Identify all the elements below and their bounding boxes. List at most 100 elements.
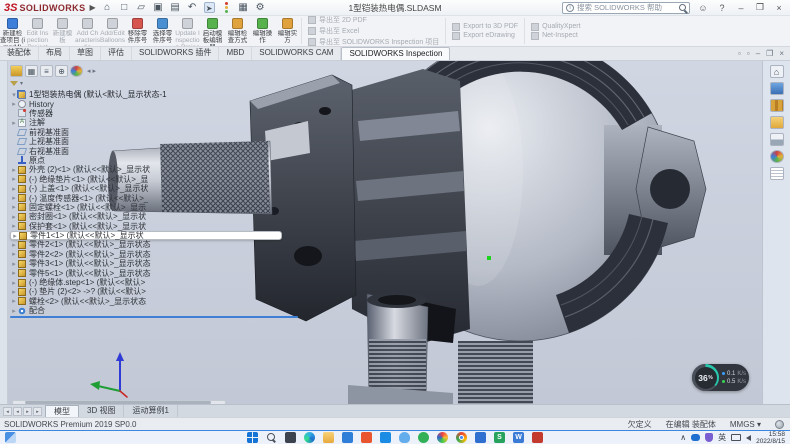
doc-window-control-icon[interactable]: × [779, 49, 784, 58]
ribbon-button[interactable]: Update Inspection Project [175, 16, 200, 46]
export-menu-item[interactable]: 导出至 2D PDF [308, 15, 439, 25]
export-menu-item[interactable]: 导出至 Excel [308, 26, 439, 36]
taskbar-app-icon[interactable] [399, 432, 410, 443]
export-menu-item[interactable]: 导出至 SOLIDWORKS Inspection 项目 [308, 37, 439, 47]
status-globe-icon[interactable] [775, 420, 784, 429]
export-menu-item[interactable]: Export to 3D PDF [452, 23, 518, 31]
expand-arrow-icon[interactable]: ▸ [10, 279, 18, 287]
task-pane-icon[interactable] [770, 116, 784, 129]
expand-arrow-icon[interactable]: ▸ [10, 250, 18, 258]
command-tab[interactable]: SOLIDWORKS Inspection [341, 47, 450, 60]
touch-keyboard-icon[interactable] [731, 434, 741, 441]
taskbar-app-icon[interactable] [437, 432, 448, 443]
taskbar-app-icon[interactable] [456, 432, 467, 443]
command-tab[interactable]: SOLIDWORKS 插件 [132, 47, 219, 60]
quick-access-icon[interactable]: ⚙ [255, 2, 266, 13]
taskbar-app-icon[interactable] [342, 432, 353, 443]
expand-arrow-icon[interactable]: ▸ [10, 203, 18, 211]
taskbar-app-icon[interactable]: S [494, 432, 505, 443]
search-icon[interactable] [679, 4, 686, 11]
display-manager-icon[interactable] [70, 65, 83, 77]
ribbon-button[interactable]: 编辑实方 [275, 16, 300, 46]
tab-nav-arrow-icon[interactable]: ▸ [33, 407, 42, 416]
task-pane-icon[interactable]: ⌂ [770, 65, 784, 78]
tab-nav-arrow-icon[interactable]: ▸ [23, 407, 32, 416]
expand-arrow-icon[interactable]: ▸ [10, 288, 18, 296]
tray-chevron-up-icon[interactable]: ∧ [680, 433, 686, 443]
units-selector[interactable]: MMGS ▾ [730, 420, 761, 429]
tab-nav-arrow-icon[interactable]: ◂ [3, 407, 12, 416]
export-menu-item[interactable]: Export eDrawing [452, 32, 518, 40]
tree-filter[interactable]: ▾ [10, 78, 306, 89]
ribbon-button[interactable]: 启动模板编辑器 [200, 16, 225, 46]
quick-access-icon[interactable]: □ [119, 2, 130, 13]
export-menu-item[interactable]: Net-Inspect [531, 32, 581, 40]
tree-item[interactable]: ▸ 传感器 [10, 109, 306, 118]
quick-access-icon[interactable]: ▱ [136, 2, 147, 13]
ribbon-button[interactable]: 编辑操作 [250, 16, 275, 46]
quick-access-icon[interactable]: ➤ [204, 2, 215, 13]
expand-arrow-icon[interactable]: ▸ [10, 119, 18, 127]
property-manager-icon[interactable]: ▦ [25, 65, 38, 77]
expand-arrow-icon[interactable]: ▸ [10, 307, 18, 315]
taskbar-app-icon[interactable] [304, 432, 315, 443]
taskbar-clock[interactable]: 15:58 2022/8/15 [756, 431, 785, 444]
close-button[interactable]: × [773, 3, 785, 13]
tree-item[interactable]: ▸ 螺栓<2> (默认<<默认>_显示状态 [10, 297, 306, 306]
help-search-box[interactable]: i 搜索 SOLIDWORKS 帮助 [562, 2, 690, 14]
expand-arrow-icon[interactable]: ▸ [10, 166, 18, 174]
document-tab[interactable]: 运动算例1 [124, 405, 177, 417]
command-tab[interactable]: 布局 [39, 47, 70, 60]
ribbon-button[interactable]: 新建模板 [50, 16, 75, 46]
filter-caret-icon[interactable]: ▾ [20, 80, 23, 87]
tab-nav-arrow-icon[interactable]: ◂ [13, 407, 22, 416]
ribbon-button[interactable]: Add Characteristic [75, 16, 100, 46]
expand-arrow-icon[interactable]: ▸ [10, 297, 18, 305]
taskbar-app-icon[interactable] [361, 432, 372, 443]
doc-window-control-icon[interactable]: ▫ [738, 49, 741, 58]
task-pane-icon[interactable] [770, 99, 784, 112]
export-menu-item[interactable]: QualityXpert [531, 23, 581, 31]
rollback-bar[interactable] [10, 316, 298, 318]
expand-arrow-icon[interactable]: ▸ [10, 213, 18, 221]
tree-item[interactable]: ▸ 配合 [10, 306, 306, 315]
expand-arrow-icon[interactable]: ▸ [11, 232, 19, 240]
quick-access-icon[interactable]: ▦ [238, 2, 249, 13]
command-tab[interactable]: 评估 [101, 47, 132, 60]
doc-window-control-icon[interactable]: – [756, 49, 760, 58]
expand-arrow-icon[interactable]: ▸ [10, 185, 18, 193]
ribbon-button[interactable]: Edit Inspection Project [25, 16, 50, 46]
quick-access-icon[interactable]: ↶ [187, 2, 198, 13]
panel-tabs-overflow[interactable]: ◂ ▸ [87, 67, 96, 75]
taskbar-app-icon[interactable]: W [513, 432, 524, 443]
feature-tree-icon[interactable] [10, 65, 23, 77]
doc-window-control-icon[interactable]: ❐ [766, 49, 773, 58]
task-pane-icon[interactable] [770, 167, 784, 180]
taskbar-app-icon[interactable] [323, 432, 334, 443]
taskbar-app-icon[interactable] [247, 432, 258, 443]
ribbon-button[interactable]: Add/Edit Balloons [100, 16, 125, 46]
ime-indicator[interactable]: 英 [718, 433, 726, 443]
ribbon-button[interactable]: 移除零件序号 [125, 16, 150, 46]
login-icon[interactable]: ☺ [697, 3, 709, 13]
task-pane-icon[interactable] [770, 82, 784, 95]
widgets-icon[interactable] [5, 432, 16, 443]
quick-access-icon[interactable]: ▤ [170, 2, 181, 13]
document-tab[interactable]: 3D 视图 [79, 405, 124, 417]
expand-arrow-icon[interactable]: ▸ [10, 175, 18, 183]
taskbar-app-icon[interactable] [532, 432, 543, 443]
quick-access-icon[interactable]: ⌂ [102, 2, 113, 13]
doc-window-control-icon[interactable]: ▫ [747, 49, 750, 58]
taskbar-app-icon[interactable] [418, 432, 429, 443]
expand-arrow-icon[interactable]: ▸ [10, 260, 18, 268]
speaker-icon[interactable] [746, 435, 751, 441]
command-tab[interactable]: SOLIDWORKS CAM [252, 47, 341, 60]
task-pane-icon[interactable] [770, 150, 784, 163]
expand-arrow-icon[interactable]: ▸ [10, 194, 18, 202]
expand-arrow-icon[interactable]: ▾ [10, 91, 18, 99]
tree-item[interactable]: ▸ 右视基准面 [10, 146, 306, 155]
restore-button[interactable]: ❐ [754, 2, 766, 13]
tree-item[interactable]: ▸ History [10, 99, 306, 108]
menu-flyout-arrow-icon[interactable]: ▶ [89, 3, 95, 12]
command-tab[interactable]: MBD [219, 47, 252, 60]
